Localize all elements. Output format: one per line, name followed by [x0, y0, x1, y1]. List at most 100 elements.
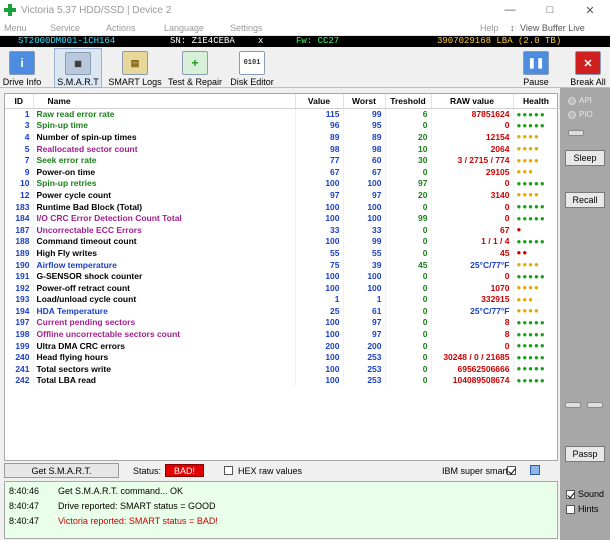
table-header-row: ID Name Value Worst Treshold RAW value H…: [5, 94, 560, 109]
disk-editor-button[interactable]: 0101 Disk Editor: [230, 48, 274, 88]
table-row[interactable]: 12 Power cycle count 97 97 20 3140 ●●●●: [5, 189, 560, 201]
table-row[interactable]: 192 Power-off retract count 100 100 0 1070 ●●●…: [5, 281, 560, 294]
header-name[interactable]: Name: [33, 94, 296, 109]
header-value[interactable]: Value: [295, 94, 344, 109]
table-row[interactable]: 190 Airflow temperature 75 39 45 25°C/77°F ●●●…: [5, 258, 560, 271]
table-row[interactable]: 189 High Fly writes 55 55 0 45 ●●: [5, 247, 560, 259]
table-row[interactable]: 7 Seek error rate 77 60 30 3 / 2715 / 774 ●●●●: [5, 154, 560, 166]
attr-health: ●●●●●: [513, 374, 560, 387]
drive-info-button[interactable]: i Drive Info: [0, 48, 44, 88]
table-row[interactable]: 9 Power-on time 67 67 0 29105 ●●●: [5, 165, 560, 178]
menu-item-help[interactable]: Help: [480, 23, 499, 33]
api-radio[interactable]: API: [568, 96, 592, 105]
sound-checkbox[interactable]: Sound: [566, 489, 604, 499]
table-row[interactable]: 5 Reallocated sector count 98 98 10 2064 ●●●●: [5, 142, 560, 155]
attr-name: Current pending sectors: [33, 316, 296, 329]
pause-button[interactable]: ❚❚ Pause: [520, 48, 552, 88]
table-row[interactable]: 242 Total LBA read 100 253 0 104089508674 ●●●●…: [5, 374, 560, 387]
menu-item-service[interactable]: Service: [50, 23, 80, 33]
status-label: Status:: [133, 466, 162, 476]
close-button[interactable]: ✕: [570, 0, 610, 20]
table-row[interactable]: 1 Raw read error rate 115 99 6 87851624 ●●●●●: [5, 108, 560, 120]
color-indicator[interactable]: [530, 465, 540, 475]
header-id[interactable]: ID: [5, 94, 34, 109]
hex-raw-check-icon: [224, 466, 233, 476]
table-row[interactable]: 199 Ultra DMA CRC errors 200 200 0 0 ●●●●●: [5, 339, 560, 352]
attr-health: ●●●●: [513, 281, 560, 294]
pause-icon: ❚❚: [523, 51, 549, 75]
hex-raw-checkbox[interactable]: [224, 465, 233, 476]
header-treshold[interactable]: Treshold: [385, 94, 432, 109]
attr-raw-value: 0: [431, 119, 514, 132]
table-row[interactable]: 191 G-SENSOR shock counter 100 100 0 0 ●●●●●: [5, 270, 560, 282]
attr-name: Number of spin-up times: [33, 131, 296, 143]
header-health[interactable]: Health: [513, 94, 560, 109]
maximize-button[interactable]: □: [530, 0, 570, 20]
attr-threshold: 0: [385, 316, 432, 329]
table-row[interactable]: 197 Current pending sectors 100 97 0 8 ●●●●●: [5, 316, 560, 329]
recall-button[interactable]: Recall: [565, 192, 605, 208]
attr-threshold: 0: [385, 270, 432, 282]
attr-threshold: 0: [385, 119, 432, 132]
table-row[interactable]: 187 Uncorrectable ECC Errors 33 33 0 67 ●: [5, 223, 560, 236]
log-entry: 8:40:47 Victoria reported: SMART status =…: [9, 516, 218, 526]
attr-health: ●●●: [513, 293, 560, 306]
attr-id: 191: [5, 270, 34, 282]
attr-value: 75: [295, 258, 344, 271]
attr-name: Ultra DMA CRC errors: [33, 339, 296, 352]
attr-health: ●●●●●: [513, 108, 560, 120]
test-repair-button[interactable]: + Test & Repair: [168, 48, 222, 88]
attr-value: 100: [295, 316, 344, 329]
attr-raw-value: 25°C/77°F: [431, 258, 514, 271]
header-worst[interactable]: Worst: [343, 94, 386, 109]
table-row[interactable]: 188 Command timeout count 100 99 0 1 / 1 / 4 ●…: [5, 235, 560, 248]
table-row[interactable]: 240 Head flying hours 100 253 0 30248 / 0 / 2…: [5, 351, 560, 364]
attr-threshold: 99: [385, 212, 432, 224]
table-row[interactable]: 10 Spin-up retries 100 100 97 0 ●●●●●: [5, 177, 560, 190]
table-row[interactable]: 4 Number of spin-up times 89 89 20 12154 ●●●●: [5, 131, 560, 143]
pio-radio[interactable]: PIO: [568, 110, 593, 119]
sleep-button[interactable]: Sleep: [565, 150, 605, 166]
header-raw-value[interactable]: RAW value: [431, 94, 514, 109]
table-row[interactable]: 193 Load/unload cycle count 1 1 0 332915 ●●●: [5, 293, 560, 306]
attr-value: 100: [295, 374, 344, 387]
attr-threshold: 0: [385, 200, 432, 213]
menu-item-actions[interactable]: Actions: [106, 23, 136, 33]
get-smart-button[interactable]: Get S.M.A.R.T.: [4, 463, 119, 478]
menu-item-language[interactable]: Language: [164, 23, 204, 33]
log-panel: 8:40:46 Get S.M.A.R.T. command... OK 8:40…: [4, 481, 558, 539]
close-drive-icon[interactable]: x: [258, 36, 263, 47]
toggle-indicator[interactable]: [568, 130, 584, 136]
hints-checkbox[interactable]: Hints: [566, 504, 599, 514]
smart-logs-button[interactable]: ▤ SMART Logs: [108, 48, 162, 88]
attr-threshold: 0: [385, 363, 432, 375]
right-panel: API PIO Sleep Recall Passp: [560, 88, 610, 540]
smart-tab-button[interactable]: ▦ S.M.A.R.T: [54, 48, 102, 88]
toolbar: i Drive Info ▦ S.M.A.R.T ▤ SMART Logs + …: [0, 48, 610, 88]
attr-worst: 100: [343, 270, 386, 282]
view-buffer-live[interactable]: View Buffer Live: [520, 23, 585, 33]
minimize-button[interactable]: —: [490, 0, 530, 20]
table-row[interactable]: 198 Offline uncorrectable sectors count 10…: [5, 328, 560, 340]
ibm-super-smart-checkbox[interactable]: [507, 465, 516, 476]
table-row[interactable]: 241 Total sectors write 100 253 0 69562506666…: [5, 363, 560, 375]
attr-health: ●●●●: [513, 189, 560, 201]
attr-raw-value: 67: [431, 223, 514, 236]
menu-item-settings[interactable]: Settings: [230, 23, 263, 33]
attr-name: Power-on time: [33, 165, 296, 178]
table-row[interactable]: 184 I/O CRC Error Detection Count Total 10…: [5, 212, 560, 224]
hints-check-icon: [566, 504, 575, 514]
drive-info-bar: ST2000DM001-1CH164 SN: Z1E4CEBA x Fw: CC…: [0, 36, 610, 47]
menu-item-menu[interactable]: Menu: [4, 23, 27, 33]
status-badge: BAD!: [165, 464, 204, 477]
drive-info-label: Drive Info: [2, 77, 42, 87]
attr-id: 3: [5, 119, 34, 132]
table-row[interactable]: 3 Spin-up time 96 95 0 0 ●●●●●: [5, 119, 560, 132]
attr-raw-value: 29105: [431, 165, 514, 178]
attr-name: Total sectors write: [33, 363, 296, 375]
table-row[interactable]: 183 Runtime Bad Block (Total) 100 100 0 0 ●●●●…: [5, 200, 560, 213]
pause-label: Pause: [523, 77, 549, 87]
passp-button[interactable]: Passp: [565, 446, 605, 462]
break-all-button[interactable]: ✕ Break All: [568, 48, 608, 88]
table-row[interactable]: 194 HDA Temperature 25 61 0 25°C/77°F ●●●●: [5, 305, 560, 317]
